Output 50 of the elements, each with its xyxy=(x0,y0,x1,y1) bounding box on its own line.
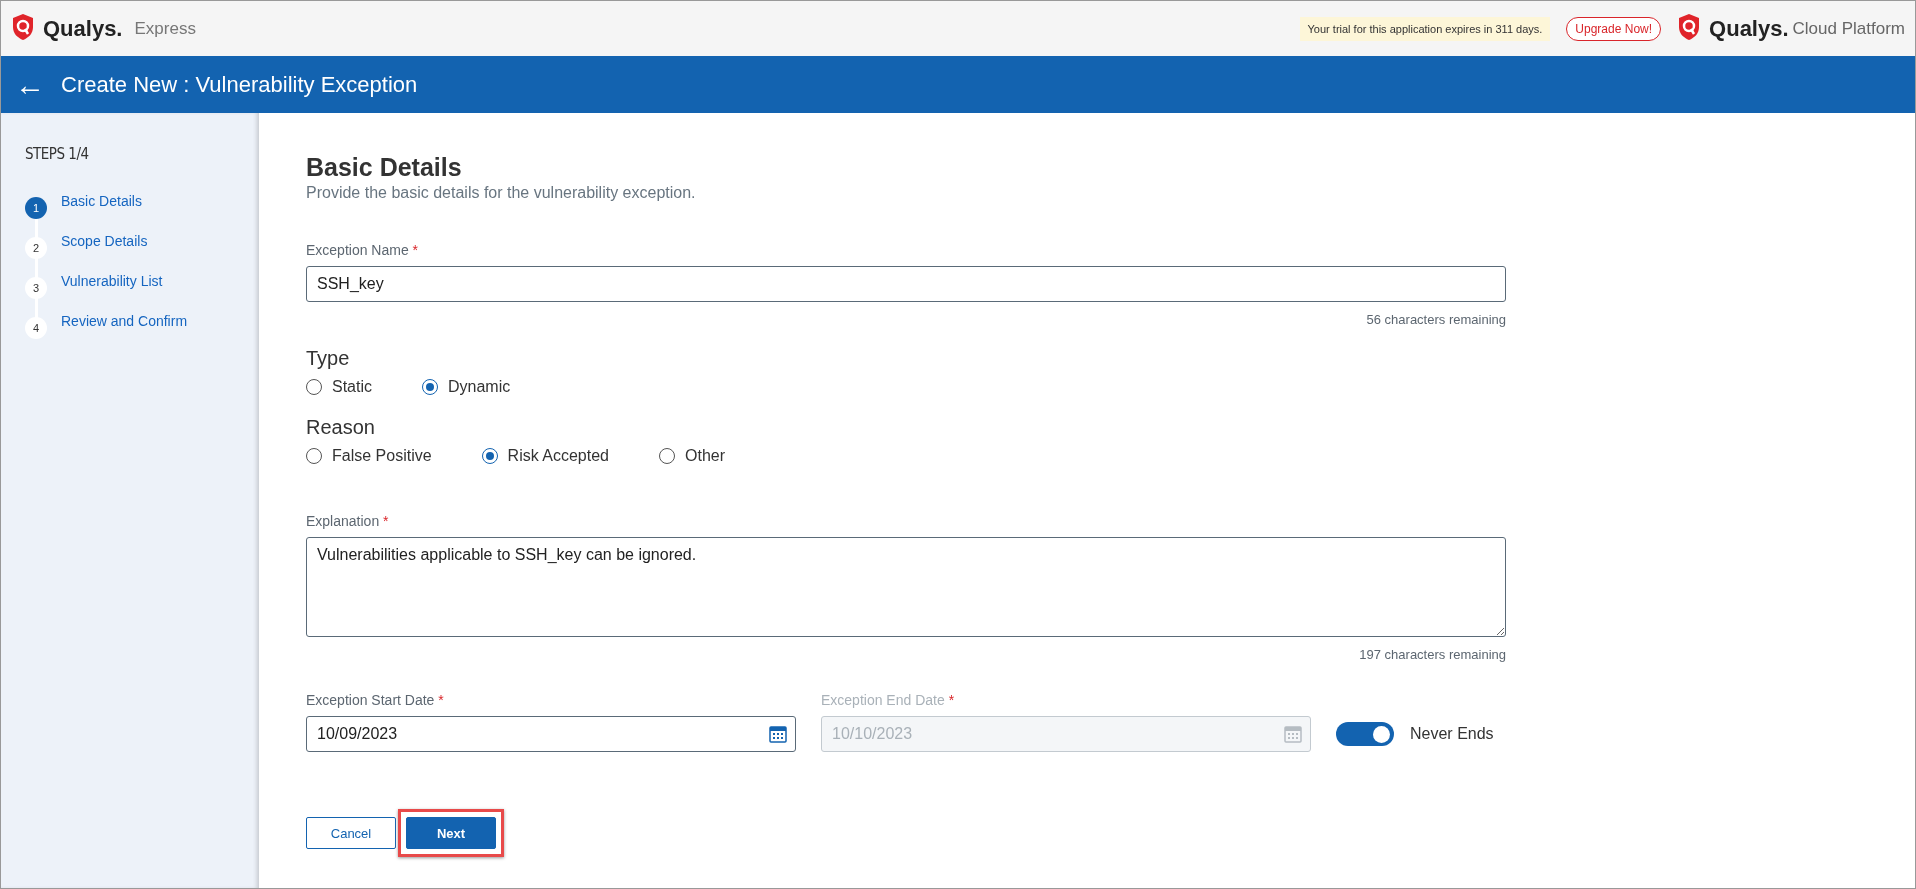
trial-notice: Your trial for this application expires in 311 days. xyxy=(1299,16,1551,41)
section-title: Basic Details xyxy=(306,153,463,182)
back-button[interactable]: ← xyxy=(15,69,45,100)
radio-button[interactable] xyxy=(659,448,675,464)
toggle-label: Never Ends xyxy=(1410,725,1494,743)
radio-button[interactable] xyxy=(306,448,322,464)
radio-label: Risk Accepted xyxy=(507,447,609,465)
field-label: Exception Start Date xyxy=(306,692,435,708)
group-heading: Type xyxy=(306,347,351,370)
page-title: Create New : Vulnerability Exception xyxy=(61,71,418,98)
calendar-icon xyxy=(1284,725,1302,743)
required-mark: * xyxy=(412,242,419,258)
field-label: Explanation xyxy=(306,513,380,529)
radio-label: Other xyxy=(685,447,725,465)
field-label: Exception Name xyxy=(306,242,409,258)
step-number: 4 xyxy=(25,317,47,339)
required-mark: * xyxy=(948,692,955,708)
section-subtitle: Provide the basic details for the vulnerability exception. xyxy=(306,184,697,202)
field-label: Exception End Date xyxy=(821,692,945,708)
toggle-switch[interactable] xyxy=(1336,722,1394,746)
step-number: 3 xyxy=(25,277,47,299)
group-heading: Reason xyxy=(306,416,376,439)
step-link[interactable]: Review and Confirm xyxy=(61,313,188,329)
step-link[interactable]: Vulnerability List xyxy=(61,273,163,289)
steps-heading: STEPS 1/4 xyxy=(25,145,90,163)
radio-button[interactable] xyxy=(306,379,322,395)
brand-name: Qualys. xyxy=(43,15,123,42)
required-mark: * xyxy=(438,692,444,708)
required-mark: * xyxy=(383,513,389,529)
step-number: 2 xyxy=(25,237,47,259)
upgrade-button[interactable]: Upgrade Now! xyxy=(1566,16,1662,41)
radio-button[interactable] xyxy=(422,379,438,395)
step-link[interactable]: Scope Details xyxy=(61,233,148,249)
radio-label: False Positive xyxy=(332,447,432,465)
radio-label: Dynamic xyxy=(448,378,511,396)
product-name: Express xyxy=(134,18,196,39)
step-number: 1 xyxy=(25,197,47,219)
step-link[interactable]: Basic Details xyxy=(61,193,142,209)
platform-name: Cloud Platform xyxy=(1792,18,1905,39)
radio-button[interactable] xyxy=(481,448,498,464)
character-counter: 197 characters remaining xyxy=(1359,647,1506,662)
explanation-textarea[interactable]: Vulnerabilities applicable to SSH_key can be ignored. xyxy=(306,537,1506,637)
calendar-icon[interactable] xyxy=(769,725,787,743)
radio-label: Static xyxy=(332,378,372,396)
name-input[interactable]: SSH_key xyxy=(306,266,1506,302)
brand-name: Qualys. xyxy=(1709,15,1789,42)
character-counter: 56 characters remaining xyxy=(1366,312,1506,327)
cancel-button[interactable]: Cancel xyxy=(306,817,396,849)
next-button[interactable]: Next xyxy=(406,817,496,849)
date-field[interactable]: 10/09/2023 xyxy=(306,716,796,752)
